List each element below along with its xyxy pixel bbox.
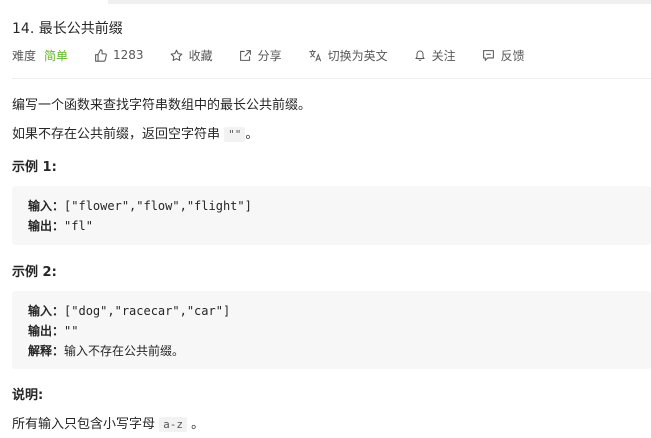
example-2-output-line: 输出："" bbox=[28, 321, 635, 341]
input-label: 输入： bbox=[28, 199, 65, 213]
example-2-input-line: 输入：["dog","racecar","car"] bbox=[28, 301, 635, 321]
share-icon bbox=[239, 49, 251, 61]
output-value: "" bbox=[64, 324, 79, 338]
example-2-explain-line: 解释：输入不存在公共前缀。 bbox=[28, 341, 635, 361]
explain-label: 解释： bbox=[28, 344, 65, 358]
follow-button[interactable]: 关注 bbox=[414, 47, 456, 64]
divider bbox=[12, 78, 651, 79]
favorite-label: 收藏 bbox=[188, 48, 213, 63]
feedback-label: 反馈 bbox=[500, 48, 525, 63]
example-1-code-block: 输入：["flower","flow","flight"] 输出："fl" bbox=[12, 186, 651, 245]
explain-value: 输入不存在公共前缀。 bbox=[64, 344, 185, 358]
follow-label: 关注 bbox=[431, 48, 456, 63]
thumbs-up-icon bbox=[95, 48, 107, 62]
feedback-button[interactable]: 反馈 bbox=[482, 47, 525, 64]
top-scroll-strip bbox=[108, 0, 651, 4]
inline-code-empty-string: "" bbox=[224, 127, 246, 142]
note-text: 如果不存在公共前缀，返回空字符串 bbox=[12, 127, 221, 142]
bell-icon bbox=[415, 50, 425, 61]
example-1-heading: 示例 1: bbox=[12, 160, 57, 175]
note-heading: 说明: bbox=[12, 388, 44, 403]
lowercase-note: 所有输入只包含小写字母 a-z 。 bbox=[12, 413, 204, 432]
lowercase-note-suffix: 。 bbox=[191, 417, 205, 432]
difficulty-value: 简单 bbox=[44, 48, 69, 63]
share-label: 分享 bbox=[257, 48, 282, 63]
translate-label: 切换为英文 bbox=[327, 48, 388, 63]
note-suffix: 。 bbox=[245, 127, 259, 142]
share-button[interactable]: 分享 bbox=[239, 47, 282, 64]
problem-meta-bar: 难度 简单 1283 收藏 分享 切换为英文 关注 反馈 bbox=[12, 46, 551, 64]
empty-prefix-note: 如果不存在公共前缀，返回空字符串 ""。 bbox=[12, 123, 258, 142]
example-2-code-block: 输入：["dog","racecar","car"] 输出："" 解释：输入不存… bbox=[12, 291, 651, 369]
translate-button[interactable]: 切换为英文 bbox=[308, 47, 388, 64]
lowercase-note-text: 所有输入只包含小写字母 bbox=[12, 417, 156, 432]
output-label: 输出： bbox=[28, 324, 65, 338]
like-count: 1283 bbox=[113, 48, 144, 62]
favorite-button[interactable]: 收藏 bbox=[170, 47, 213, 64]
problem-description: 编写一个函数来查找字符串数组中的最长公共前缀。 bbox=[12, 98, 312, 113]
example-1-output-line: 输出："fl" bbox=[28, 216, 635, 236]
like-button[interactable]: 1283 bbox=[94, 48, 144, 62]
difficulty-label: 难度 bbox=[12, 48, 37, 63]
example-2-heading: 示例 2: bbox=[12, 265, 57, 280]
problem-title: 14. 最长公共前缀 bbox=[12, 21, 123, 37]
feedback-icon bbox=[482, 49, 494, 61]
inline-code-a-z: a-z bbox=[159, 417, 188, 432]
output-value: "fl" bbox=[64, 219, 93, 233]
output-label: 输出： bbox=[28, 219, 65, 233]
input-label: 输入： bbox=[28, 304, 65, 318]
input-value: ["dog","racecar","car"] bbox=[64, 304, 231, 318]
star-icon bbox=[170, 49, 182, 61]
input-value: ["flower","flow","flight"] bbox=[64, 199, 252, 213]
translate-icon bbox=[308, 49, 321, 61]
example-1-input-line: 输入：["flower","flow","flight"] bbox=[28, 196, 635, 216]
